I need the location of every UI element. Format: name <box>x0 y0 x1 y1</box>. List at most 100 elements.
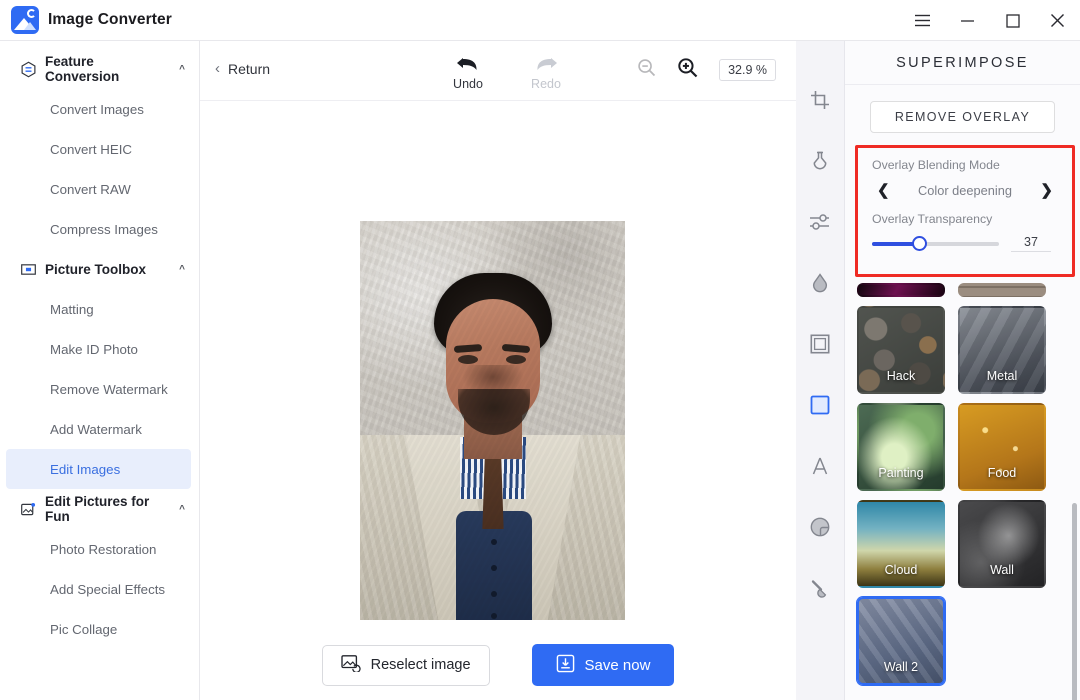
toolbox-icon <box>20 261 37 278</box>
overlay-thumbnail-cloud[interactable]: Cloud <box>857 500 945 588</box>
overlay-thumbnail-wall[interactable]: Wall <box>958 500 1046 588</box>
image-canvas[interactable]: Reselect image Save now <box>200 101 796 700</box>
slider-thumb[interactable] <box>911 235 927 251</box>
reselect-image-label: Reselect image <box>370 657 471 673</box>
brush-icon[interactable] <box>805 573 835 603</box>
overlay-thumbnail-metal[interactable]: Metal <box>958 306 1046 394</box>
zoom-out-icon[interactable] <box>637 58 656 82</box>
overlay-transparency-label: Overlay Transparency <box>872 212 993 226</box>
edited-photo[interactable] <box>360 221 625 620</box>
overlay-thumbnail-label: Metal <box>986 369 1018 383</box>
sidebar-group-label: Picture Toolbox <box>45 261 147 277</box>
overlay-thumbnail-wall-2[interactable]: Wall 2 <box>857 597 945 685</box>
transparency-value[interactable]: 37 <box>1011 235 1051 252</box>
sidebar-item-convert-images[interactable]: Convert Images <box>0 89 199 129</box>
editor-toolbar: ‹ Return Undo Redo 32.9 % <box>200 41 796 101</box>
editor-area: ‹ Return Undo Redo 32.9 % Reselect image… <box>200 41 796 700</box>
blending-prev-icon[interactable]: ❮ <box>877 181 890 199</box>
overlay-thumbnail-label: Wall 2 <box>883 660 919 674</box>
minimize-icon[interactable] <box>945 0 990 41</box>
save-now-label: Save now <box>584 656 651 674</box>
undo-redo-group: Undo Redo <box>443 48 571 91</box>
overlay-blending-mode-selector: ❮ Color deepening ❯ <box>872 181 1058 199</box>
save-now-button[interactable]: Save now <box>531 644 675 686</box>
app-title: Image Converter <box>48 11 172 28</box>
superimpose-panel: SUPERIMPOSE REMOVE OVERLAY Overlay Blend… <box>845 41 1080 700</box>
sidebar-item-convert-raw[interactable]: Convert RAW <box>0 169 199 209</box>
photo-overlay-texture <box>360 221 625 620</box>
overlay-thumbnail-label: Wall <box>990 563 1014 577</box>
sidebar: Feature Conversion ^ Convert Images Conv… <box>0 41 200 700</box>
panel-scrollbar[interactable] <box>1072 503 1077 700</box>
overlay-thumbnail-painting[interactable]: Painting <box>857 403 945 491</box>
chevron-up-icon: ^ <box>179 63 185 75</box>
overlay-transparency-control: 37 <box>872 235 1058 252</box>
redo-label: Redo <box>531 77 561 91</box>
sidebar-item-photo-restoration[interactable]: Photo Restoration <box>0 529 199 569</box>
sidebar-item-pic-collage[interactable]: Pic Collage <box>0 609 199 649</box>
app-brand: Image Converter <box>0 6 172 34</box>
frame-border-icon[interactable] <box>805 329 835 359</box>
adjust-sliders-icon[interactable] <box>805 207 835 237</box>
overlay-thumbnail-label: Food <box>987 466 1017 480</box>
sidebar-group-picture-toolbox[interactable]: Picture Toolbox ^ <box>0 249 199 289</box>
remove-overlay-button[interactable]: REMOVE OVERLAY <box>870 101 1055 133</box>
blending-mode-value: Color deepening <box>918 182 1012 198</box>
overlay-blending-mode-label: Overlay Blending Mode <box>872 158 1000 172</box>
conversion-icon <box>20 61 37 78</box>
filter-flask-icon[interactable] <box>805 146 835 176</box>
overlay-thumbnail-food[interactable]: Food <box>958 403 1046 491</box>
overlay-thumbnail[interactable] <box>857 283 945 297</box>
close-icon[interactable] <box>1035 0 1080 41</box>
text-letter-a-icon[interactable] <box>805 451 835 481</box>
undo-arrow-icon <box>443 48 493 74</box>
sidebar-item-convert-heic[interactable]: Convert HEIC <box>0 129 199 169</box>
zoom-controls: 32.9 % <box>637 57 776 83</box>
undo-button[interactable]: Undo <box>443 48 493 91</box>
sidebar-item-remove-watermark[interactable]: Remove Watermark <box>0 369 199 409</box>
transparency-slider[interactable] <box>872 235 999 251</box>
maximize-icon[interactable] <box>990 0 1035 41</box>
superimpose-square-icon[interactable] <box>805 390 835 420</box>
zoom-level-value[interactable]: 32.9 % <box>719 59 776 81</box>
overlay-thumbnail[interactable] <box>958 283 1046 297</box>
sidebar-group-label: Feature Conversion <box>45 54 120 84</box>
download-save-icon <box>556 654 575 677</box>
return-label: Return <box>228 60 271 77</box>
sidebar-group-edit-pictures-for-fun[interactable]: Edit Pictures for Fun ^ <box>0 489 199 529</box>
sidebar-group-label: Edit Pictures for Fun <box>45 494 150 524</box>
return-button[interactable]: ‹ Return <box>215 60 270 77</box>
water-drop-icon[interactable] <box>805 268 835 298</box>
zoom-in-icon[interactable] <box>677 57 698 83</box>
crop-icon[interactable] <box>805 85 835 115</box>
application-window: Image Converter Feature Conversion ^ Con… <box>0 0 1080 700</box>
sidebar-group-feature-conversion[interactable]: Feature Conversion ^ <box>0 49 199 89</box>
redo-arrow-icon <box>521 48 571 74</box>
sticker-icon[interactable] <box>805 512 835 542</box>
fun-edit-icon <box>20 501 37 518</box>
overlay-thumbnail-label: Hack <box>886 369 916 383</box>
tool-rail <box>796 41 845 700</box>
reselect-image-button[interactable]: Reselect image <box>321 644 490 686</box>
overlay-thumbnail-hack[interactable]: Hack <box>857 306 945 394</box>
action-button-bar: Reselect image Save now <box>200 644 796 686</box>
undo-label: Undo <box>453 77 483 91</box>
overlay-thumbnail-label: Cloud <box>884 563 918 577</box>
chevron-up-icon: ^ <box>179 503 185 515</box>
hamburger-menu-icon[interactable] <box>900 0 945 41</box>
sidebar-item-edit-images[interactable]: Edit Images <box>6 449 191 489</box>
sidebar-item-compress-images[interactable]: Compress Images <box>0 209 199 249</box>
blending-next-icon[interactable]: ❯ <box>1040 181 1053 199</box>
sidebar-item-make-id-photo[interactable]: Make ID Photo <box>0 329 199 369</box>
chevron-up-icon: ^ <box>179 263 185 275</box>
sidebar-item-add-watermark[interactable]: Add Watermark <box>0 409 199 449</box>
overlay-thumbnail-list[interactable]: Hack Metal Painting Food Cloud Wall Wall 2 <box>845 283 1080 700</box>
window-controls <box>900 0 1080 41</box>
panel-title: SUPERIMPOSE <box>845 41 1080 85</box>
sidebar-item-matting[interactable]: Matting <box>0 289 199 329</box>
reselect-image-icon <box>340 654 361 676</box>
overlay-settings-highlight: Overlay Blending Mode ❮ Color deepening … <box>855 145 1075 277</box>
redo-button[interactable]: Redo <box>521 48 571 91</box>
overlay-thumbnail-label: Painting <box>878 466 924 480</box>
sidebar-item-add-special-effects[interactable]: Add Special Effects <box>0 569 199 609</box>
